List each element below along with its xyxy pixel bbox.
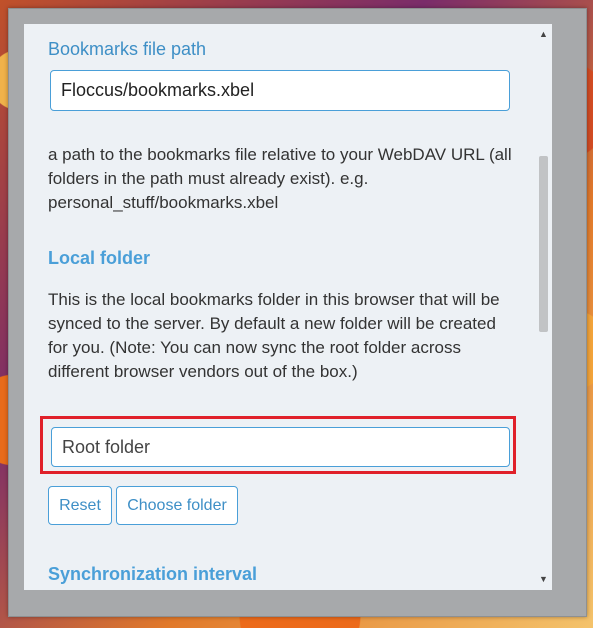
choose-folder-button[interactable]: Choose folder: [116, 486, 238, 525]
scroll-down-arrow-icon[interactable]: ▼: [535, 571, 552, 588]
bookmarks-file-path-help: a path to the bookmarks file relative to…: [48, 145, 512, 212]
synchronization-interval-heading: Synchronization interval: [48, 564, 258, 584]
bookmarks-file-path-input[interactable]: [50, 70, 510, 111]
scrollbar-thumb[interactable]: [539, 156, 548, 332]
local-folder-input[interactable]: [51, 427, 510, 467]
bookmarks-file-path-label: Bookmarks file path: [48, 39, 207, 59]
vertical-scrollbar[interactable]: ▲ ▼: [535, 24, 552, 590]
local-folder-help: This is the local bookmarks folder in th…: [48, 290, 500, 381]
options-panel: Bookmarks file path a path to the bookma…: [24, 24, 535, 590]
scroll-up-arrow-icon[interactable]: ▲: [535, 26, 552, 43]
local-folder-heading: Local folder: [48, 248, 151, 268]
reset-button[interactable]: Reset: [48, 486, 112, 525]
